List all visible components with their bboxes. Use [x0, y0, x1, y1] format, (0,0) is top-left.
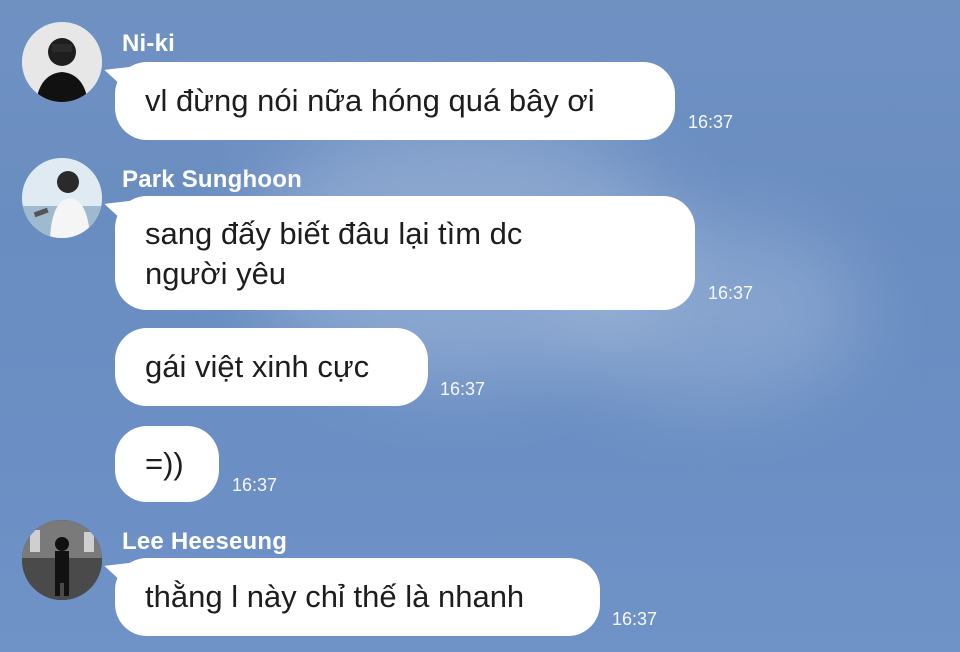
person-photo-icon [22, 520, 102, 600]
chat-thread: Ni-ki vl đừng nói nữa hóng quá bây ơi 16… [0, 0, 960, 652]
message-text: gái việt xinh cực [145, 349, 370, 384]
message-timestamp: 16:37 [688, 112, 734, 132]
message-bubble[interactable]: vl đừng nói nữa hóng quá bây ơi [115, 62, 675, 140]
message-bubble[interactable]: =)) [115, 426, 219, 502]
message-timestamp: 16:37 [232, 475, 278, 495]
person-photo-icon [22, 158, 102, 238]
message-bubble[interactable]: thằng l này chỉ thế là nhanh [115, 558, 600, 636]
message-bubble[interactable]: sang đấy biết đâu lại tìm dc người yêu [115, 196, 695, 310]
avatar-park-sunghoon[interactable] [22, 158, 102, 238]
message-text: =)) [145, 446, 184, 481]
message-timestamp: 16:37 [612, 609, 658, 629]
sender-name: Ni-ki [122, 30, 176, 57]
avatar-ni-ki[interactable] [22, 22, 102, 102]
message-text-line: sang đấy biết đâu lại tìm dc [145, 216, 523, 251]
person-photo-icon [22, 22, 102, 102]
message-text-line: người yêu [145, 256, 287, 291]
avatar-lee-heeseung[interactable] [22, 520, 102, 600]
message-bubble[interactable]: gái việt xinh cực [115, 328, 428, 406]
message-timestamp: 16:37 [708, 283, 754, 303]
message-timestamp: 16:37 [440, 379, 486, 399]
message-text: thằng l này chỉ thế là nhanh [145, 579, 525, 614]
sender-name: Park Sunghoon [122, 166, 302, 193]
sender-name: Lee Heeseung [122, 528, 288, 555]
message-text: vl đừng nói nữa hóng quá bây ơi [145, 83, 595, 118]
